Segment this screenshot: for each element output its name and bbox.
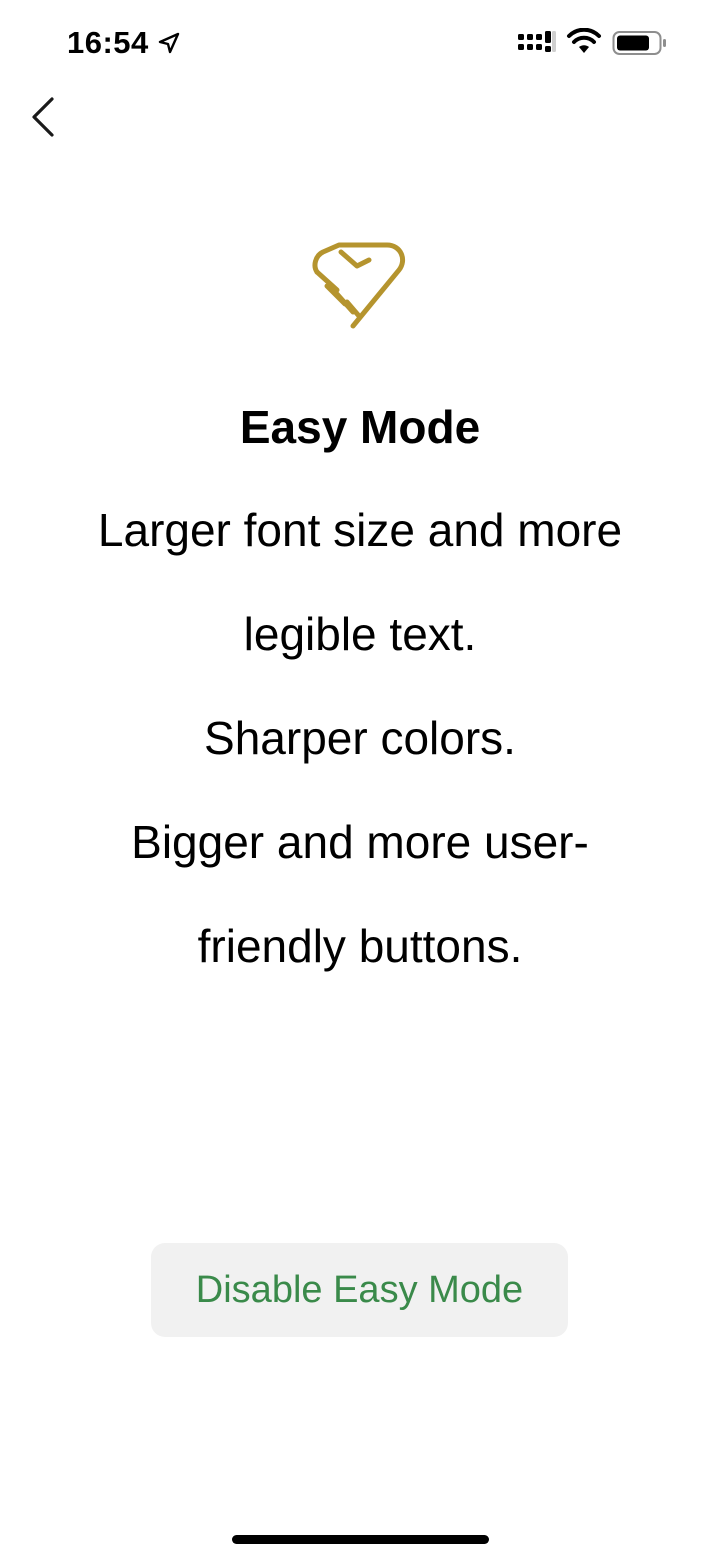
wifi-icon [567, 28, 601, 53]
feature-line-font-size: Larger font size and more legible text. [97, 504, 623, 660]
feature-line-colors: Sharper colors. [204, 712, 516, 764]
back-button[interactable] [18, 90, 68, 144]
handshake-heart-icon [312, 242, 405, 329]
feature-description: Larger font size and more legible text. … [60, 478, 660, 998]
cellular-signal-icon [518, 31, 556, 52]
status-time: 16:54 [67, 25, 181, 61]
status-bar: 16:54 [0, 0, 720, 86]
feature-line-buttons: Bigger and more user-friendly buttons. [131, 816, 589, 972]
page-title: Easy Mode [239, 401, 481, 453]
battery-icon [612, 31, 666, 55]
disable-easy-mode-button[interactable]: Disable Easy Mode [151, 1243, 568, 1337]
status-time-text: 16:54 [67, 25, 149, 60]
chevron-left-icon [32, 97, 54, 137]
home-indicator [232, 1535, 489, 1544]
location-arrow-icon [158, 32, 179, 54]
